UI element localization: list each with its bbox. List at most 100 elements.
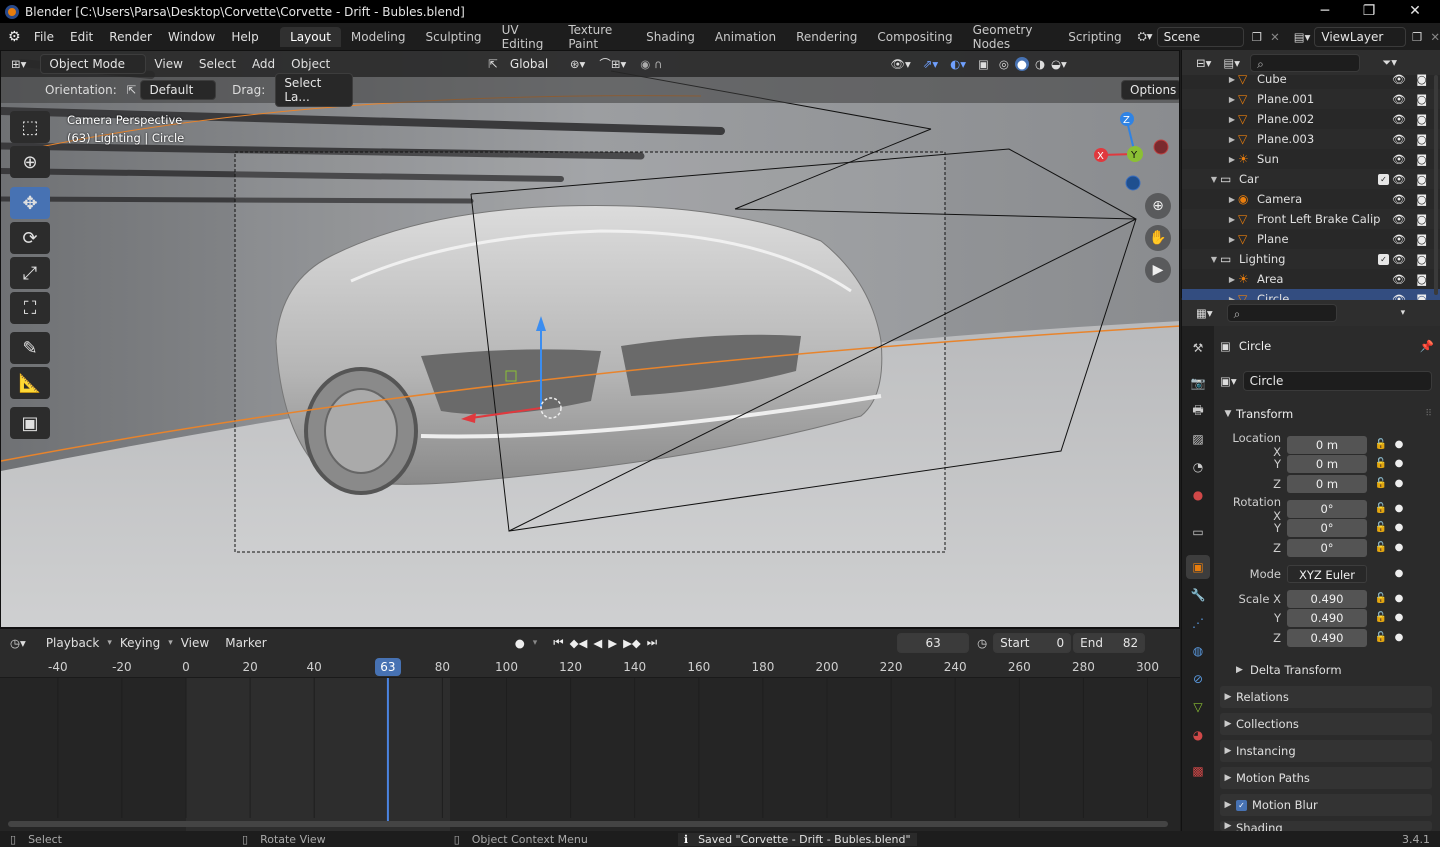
- options-dropdown[interactable]: Options: [1121, 80, 1179, 100]
- current-frame-field[interactable]: 63: [897, 632, 970, 653]
- mode-dropdown[interactable]: Object Mode: [40, 54, 147, 74]
- transform-tool[interactable]: ⛶: [10, 292, 50, 324]
- expand-arrow-icon[interactable]: ▶: [1226, 275, 1238, 284]
- timeline-menu-keying[interactable]: Keying: [112, 634, 168, 652]
- expand-arrow-icon[interactable]: ▶: [1226, 115, 1238, 124]
- tab-material[interactable]: ◕: [1186, 723, 1210, 747]
- annotate-tool[interactable]: ✎: [10, 332, 50, 364]
- eye-icon[interactable]: 👁: [1392, 113, 1406, 126]
- eye-icon[interactable]: 👁: [1392, 273, 1406, 286]
- tab-output[interactable]: 🖶: [1186, 399, 1210, 423]
- gizmo-toggle-icon[interactable]: ⇗▾: [923, 57, 938, 71]
- tab-data[interactable]: ▽: [1186, 695, 1210, 719]
- delta-transform-subpanel[interactable]: ▶ Delta Transform: [1236, 660, 1432, 680]
- shading-rendered-icon[interactable]: ◒▾: [1051, 57, 1067, 71]
- editor-type-icon[interactable]: ⊞▾: [11, 57, 26, 71]
- display-mode-icon[interactable]: ▤▾: [1223, 56, 1240, 70]
- prev-keyframe-icon[interactable]: ◆◀: [570, 636, 588, 650]
- lock-icon[interactable]: 🔓: [1371, 439, 1391, 450]
- location-z-field[interactable]: 0 m: [1287, 474, 1367, 493]
- lock-icon[interactable]: 🔓: [1371, 478, 1391, 489]
- orientation-dropdown[interactable]: Default: [140, 80, 217, 100]
- tab-shading[interactable]: Shading: [636, 27, 705, 47]
- tab-object[interactable]: ▣: [1186, 555, 1210, 579]
- viewlayer-field[interactable]: ViewLayer: [1314, 26, 1407, 47]
- panel-motion-blur[interactable]: ▶ ✓ Motion Blur: [1220, 794, 1432, 816]
- tab-tool[interactable]: ⚒: [1186, 336, 1210, 360]
- panel-relations[interactable]: ▶ Relations: [1220, 686, 1432, 708]
- record-icon[interactable]: ●: [515, 636, 525, 650]
- outliner-item[interactable]: ▶ ▽ Plane 👁 ◙: [1182, 229, 1440, 249]
- eye-icon[interactable]: 👁: [1392, 173, 1406, 186]
- location-x-field[interactable]: 0 m: [1287, 435, 1367, 454]
- lock-icon[interactable]: 🔓: [1371, 522, 1391, 533]
- scene-selector-icon[interactable]: ⛭▾: [1138, 29, 1153, 44]
- rotation-y-field[interactable]: 0°: [1287, 518, 1367, 537]
- outliner-item[interactable]: ▼ ▭ Car ✓ 👁 ◙: [1182, 169, 1440, 189]
- minimize-button[interactable]: ─: [1302, 0, 1348, 23]
- measure-tool[interactable]: 📐: [10, 367, 50, 399]
- tab-view-layer[interactable]: ▨: [1186, 427, 1210, 451]
- expand-arrow-icon[interactable]: ▼: [1208, 175, 1220, 184]
- outliner-item[interactable]: ▼ ▭ Lighting ✓ 👁 ◙: [1182, 249, 1440, 269]
- rotation-x-field[interactable]: 0°: [1287, 499, 1367, 518]
- proportional-edit-icon[interactable]: ◉ ∩: [640, 57, 662, 71]
- panel-instancing[interactable]: ▶ Instancing: [1220, 740, 1432, 762]
- eye-icon[interactable]: 👁: [1392, 73, 1406, 86]
- expand-arrow-icon[interactable]: ▶: [1226, 195, 1238, 204]
- timeline-menu-playback[interactable]: Playback: [38, 634, 108, 652]
- menu-render[interactable]: Render: [101, 30, 160, 44]
- viewlayer-icon[interactable]: ▤▾: [1294, 30, 1311, 44]
- render-camera-icon[interactable]: ◙: [1416, 253, 1427, 266]
- shading-material-icon[interactable]: ◑: [1035, 57, 1045, 71]
- expand-arrow-icon[interactable]: ▶: [1226, 95, 1238, 104]
- lock-icon[interactable]: 🔓: [1371, 632, 1391, 643]
- outliner-editor-type-icon[interactable]: ⊟▾: [1196, 56, 1211, 70]
- current-frame-marker[interactable]: 63: [374, 658, 401, 676]
- expand-arrow-icon[interactable]: ▼: [1208, 255, 1220, 264]
- timeline-editor[interactable]: ◷▾ Playback ▾ Keying ▾ View Marker ● ▾ ⏮…: [0, 628, 1180, 832]
- frame-ruler[interactable]: -40 -20 0 20 40 63 80 100 120 140 160 180 200 220 240 2…: [0, 656, 1180, 678]
- timeline-menu-view[interactable]: View: [173, 634, 217, 652]
- end-frame-field[interactable]: End 82: [1073, 632, 1146, 653]
- viewport-menu-view[interactable]: View: [146, 55, 190, 73]
- snap-icon[interactable]: ⌒⊞▾: [599, 56, 626, 72]
- remove-scene-icon[interactable]: ✕: [1270, 30, 1280, 44]
- navigation-gizmo[interactable]: Z Y X: [1089, 109, 1175, 195]
- add-cube-tool[interactable]: ▣: [10, 407, 50, 439]
- keyframe-dot-icon[interactable]: ●: [1391, 612, 1407, 623]
- eye-icon[interactable]: 👁: [1392, 213, 1406, 226]
- new-viewlayer-icon[interactable]: ❐: [1412, 30, 1422, 44]
- scale-x-field[interactable]: 0.490: [1287, 589, 1367, 608]
- tab-constraints[interactable]: ⊘: [1186, 667, 1210, 691]
- filter-icon[interactable]: ⏷▾: [1382, 55, 1397, 70]
- play-reverse-icon[interactable]: ◀: [593, 636, 602, 650]
- keyframe-dot-icon[interactable]: ●: [1391, 439, 1407, 450]
- eye-icon[interactable]: 👁: [1392, 93, 1406, 106]
- rotation-z-field[interactable]: 0°: [1287, 538, 1367, 557]
- pivot-icon[interactable]: ⊛▾: [570, 57, 585, 71]
- overlay-toggle-icon[interactable]: ◐▾: [950, 57, 966, 71]
- lock-icon[interactable]: 🔓: [1371, 542, 1391, 553]
- collection-checkbox[interactable]: ✓: [1378, 173, 1389, 185]
- jump-start-icon[interactable]: ⏮: [553, 635, 563, 650]
- zoom-view-button[interactable]: ⊕: [1145, 193, 1171, 219]
- timeline-editor-type-icon[interactable]: ◷▾: [10, 636, 26, 650]
- move-tool[interactable]: ✥: [10, 187, 50, 219]
- panel-collections[interactable]: ▶ Collections: [1220, 713, 1432, 735]
- tab-scripting[interactable]: Scripting: [1058, 27, 1131, 47]
- tab-collection[interactable]: ▭: [1186, 520, 1210, 544]
- render-camera-icon[interactable]: ◙: [1416, 153, 1427, 166]
- menu-window[interactable]: Window: [160, 30, 223, 44]
- expand-arrow-icon[interactable]: ▶: [1226, 135, 1238, 144]
- outliner-item[interactable]: ▶ ▽ Cube 👁 ◙: [1182, 69, 1440, 89]
- render-camera-icon[interactable]: ◙: [1416, 113, 1427, 126]
- transform-orientation-dropdown[interactable]: Global: [502, 55, 562, 73]
- tab-layout[interactable]: Layout: [280, 26, 341, 47]
- keyframe-dot-icon[interactable]: ●: [1391, 568, 1407, 579]
- keyframe-dot-icon[interactable]: ●: [1391, 593, 1407, 604]
- jump-end-icon[interactable]: ⏭: [647, 635, 657, 650]
- select-box-tool[interactable]: ⬚: [10, 111, 50, 143]
- keyframe-dot-icon[interactable]: ●: [1391, 522, 1407, 533]
- timeline-area[interactable]: [0, 678, 1180, 832]
